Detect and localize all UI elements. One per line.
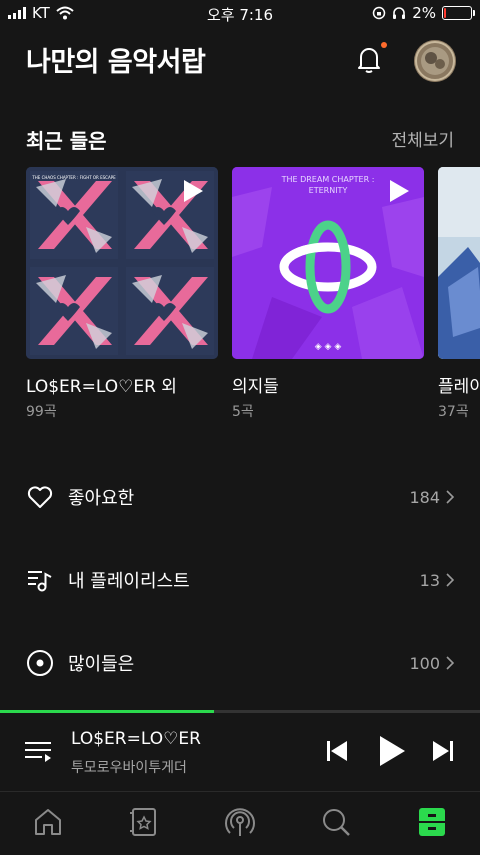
recent-card[interactable]: THE DREAM CHAPTER : ETERNITY ◈ ◈ ◈ 의지들 5… [232,167,424,421]
recent-section-title: 최근 들은 [26,129,107,153]
now-playing-title: LO$ER=LO♡ER [71,729,201,749]
bottom-tab-bar [0,791,480,855]
battery-icon [442,6,475,20]
card-title: 플레이 [438,377,480,397]
chevron-right-icon [446,573,454,587]
card-count: 5곡 [232,404,254,420]
page-title: 나만의 음악서랍 [26,47,206,78]
search-icon[interactable] [320,806,352,838]
svg-text:◈ ◈ ◈: ◈ ◈ ◈ [315,342,342,352]
play-button-icon[interactable] [378,735,406,767]
queue-icon[interactable] [24,737,52,765]
chevron-right-icon [446,490,454,504]
next-track-icon[interactable] [432,739,454,763]
card-title: LO$ER=LO♡ER 외 [26,377,177,397]
disc-icon [27,650,53,676]
row-label: 많이들은 [68,654,135,675]
my-library-icon[interactable] [416,806,448,838]
my-playlist-row[interactable]: 내 플레이리스트 13 [0,550,480,610]
row-count: 100 [409,653,440,673]
headphones-icon [393,7,406,19]
cover-caption-1: THE DREAM CHAPTER : [281,175,375,184]
home-icon[interactable] [32,806,64,838]
heart-icon [27,486,53,508]
orientation-lock-icon [372,6,386,20]
row-label: 내 플레이리스트 [68,571,190,592]
recent-card[interactable]: 플레이 37곡 [438,167,480,421]
chevron-right-icon [446,656,454,670]
most-played-row[interactable]: 많이들은 100 [0,633,480,693]
see-all-link[interactable]: 전체보기 [391,126,454,151]
play-icon[interactable] [182,179,204,203]
podcast-icon[interactable] [224,806,256,838]
play-icon[interactable] [388,179,410,203]
mini-player[interactable]: LO$ER=LO♡ER 투모로우바이투게더 [0,713,480,791]
cover-caption: THE CHAOS CHAPTER : FIGHT OR ESCAPE [31,175,116,180]
row-count: 13 [419,570,440,590]
notification-badge [381,42,387,48]
playlist-icon [28,571,52,592]
album-cover: THE CHAOS CHAPTER : FIGHT OR ESCAPE [26,167,218,359]
row-count: 184 [409,487,440,507]
now-playing-artist: 투모로우바이투게더 [71,760,187,776]
card-title: 의지들 [232,377,279,397]
battery-percent: 2% [412,4,436,22]
card-count: 99곡 [26,404,57,420]
liked-row[interactable]: 좋아요한 184 [0,467,480,527]
row-label: 좋아요한 [68,488,135,509]
playlist-cover [438,167,480,359]
storage-icon[interactable] [128,806,160,838]
status-bar: KT 오후 7:16 2% [0,0,480,28]
cover-caption-2: ETERNITY [309,186,348,195]
album-cover: THE DREAM CHAPTER : ETERNITY ◈ ◈ ◈ [232,167,424,359]
previous-track-icon[interactable] [326,739,348,763]
card-count: 37곡 [438,404,469,420]
profile-avatar[interactable] [414,40,456,82]
recent-card[interactable]: THE CHAOS CHAPTER : FIGHT OR ESCAPE LO$E… [26,167,218,421]
